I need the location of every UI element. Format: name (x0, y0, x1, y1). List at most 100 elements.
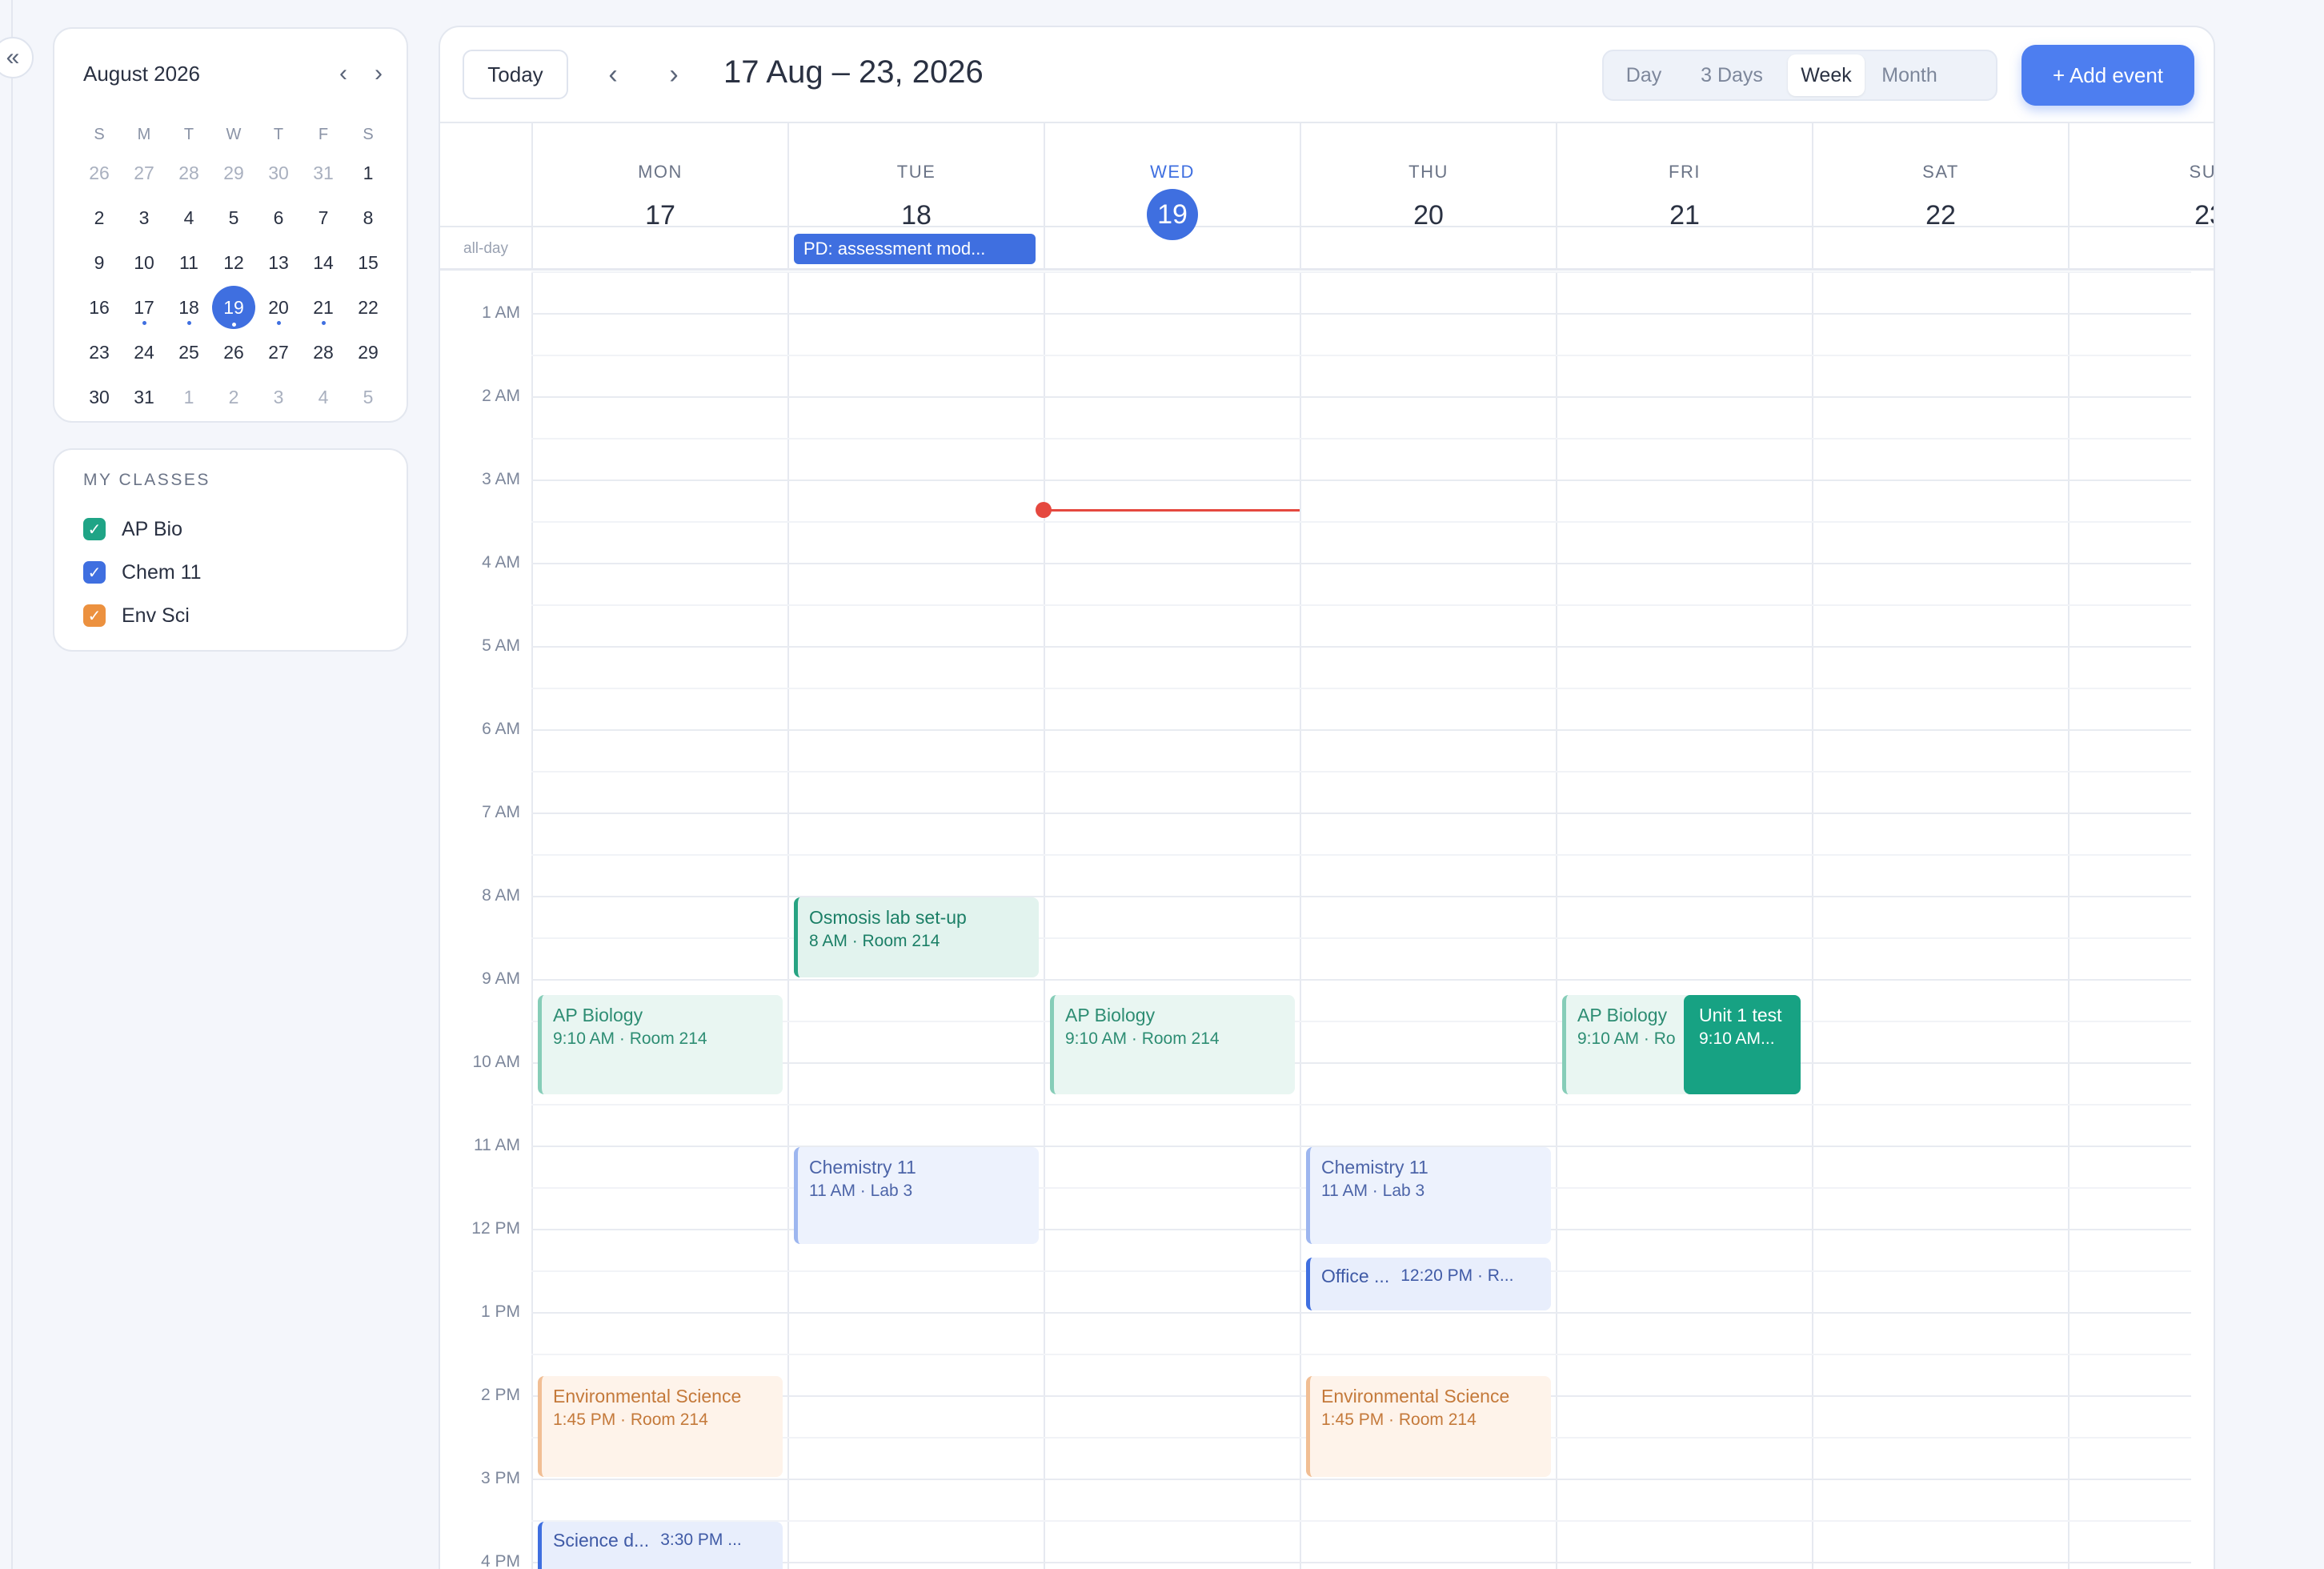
day-column-divider (531, 271, 533, 1569)
calendar-event[interactable]: Unit 1 test 9:10 AM... (1684, 994, 1801, 1094)
half-hour-gridline (531, 271, 2191, 273)
mini-calendar-day[interactable]: 26 (77, 150, 122, 195)
mini-calendar-day[interactable]: 2 (77, 195, 122, 240)
mini-calendar-day[interactable]: 28 (166, 150, 211, 195)
mini-calendar-day[interactable]: 4 (166, 195, 211, 240)
day-column-header[interactable]: FRI 21 (1556, 123, 1812, 231)
calendar-event[interactable]: Osmosis lab set-up 8 AM · Room 214 (794, 897, 1039, 977)
calendar-event[interactable]: Chemistry 11 11 AM · Lab 3 (794, 1147, 1039, 1244)
view-option-day[interactable]: Day (1607, 54, 1681, 96)
mini-calendar-day[interactable]: 3 (122, 195, 166, 240)
mini-calendar-day[interactable]: 24 (122, 330, 166, 375)
mini-calendar-day-number: 3 (138, 207, 150, 228)
event-time: 9:10 AM · Room 214 (1065, 1029, 1220, 1048)
mini-calendar-day[interactable]: 22 (346, 285, 391, 330)
hour-gridline (531, 896, 2191, 897)
calendar-event[interactable]: AP Biology 9:10 AM · Room 214 (1050, 994, 1295, 1094)
mini-calendar-day[interactable]: 5 (211, 195, 256, 240)
mini-calendar-day[interactable]: 3 (256, 375, 301, 419)
mini-calendar: August 2026 ‹ › S M T W T F S 26 27 28 29 30 31 1 2 3 4 5… (53, 27, 408, 423)
mini-calendar-day[interactable]: 1 (346, 150, 391, 195)
mini-calendar-day[interactable]: 30 (256, 150, 301, 195)
mini-calendar-day[interactable]: 26 (211, 330, 256, 375)
mini-calendar-day-number: 20 (268, 296, 289, 318)
checkbox-checked-icon[interactable]: ✓ (83, 518, 106, 540)
today-button[interactable]: Today (463, 50, 568, 99)
all-day-event[interactable]: PD: assessment mod... (794, 234, 1036, 264)
day-column-header[interactable]: SUN23 (2068, 123, 2214, 231)
mini-calendar-day[interactable]: 31 (301, 150, 346, 195)
calendar-event[interactable]: Environmental Science 1:45 PM · Room 214 (538, 1376, 783, 1477)
mini-calendar-day[interactable]: 11 (166, 240, 211, 285)
half-hour-gridline (531, 937, 2191, 939)
add-event-button[interactable]: + Add event (2021, 45, 2194, 106)
hour-gridline (531, 729, 2191, 731)
mini-calendar-day-number: 2 (228, 386, 239, 407)
mini-calendar-day[interactable]: 12 (211, 240, 256, 285)
collapse-sidebar-icon[interactable]: « (0, 37, 34, 78)
mini-calendar-day[interactable]: 21 (301, 285, 346, 330)
day-column-header[interactable]: MON 17 (531, 123, 787, 231)
checkbox-checked-icon[interactable]: ✓ (83, 604, 106, 627)
mini-calendar-day-number: 5 (363, 386, 374, 407)
mini-calendar-day[interactable]: 20 (256, 285, 301, 330)
day-column-header[interactable]: SAT 22 (1812, 123, 2068, 231)
mini-calendar-day[interactable]: 23 (77, 330, 122, 375)
calendar-event[interactable]: Science d... 3:30 PM ... (538, 1522, 783, 1569)
mini-calendar-prev-icon[interactable]: ‹ (339, 60, 347, 87)
next-week-icon[interactable]: › (658, 56, 690, 93)
calendar-event[interactable]: Office ... 12:20 PM · R... (1306, 1258, 1551, 1310)
view-option-month[interactable]: Month (1865, 54, 1954, 96)
mini-calendar-day[interactable]: 7 (301, 195, 346, 240)
calendar-event[interactable]: Environmental Science 1:45 PM · Room 214 (1306, 1376, 1551, 1477)
class-filter-item[interactable]: ✓ Chem 11 (83, 551, 202, 594)
mini-calendar-day[interactable]: 9 (77, 240, 122, 285)
mini-calendar-day[interactable]: 4 (301, 375, 346, 419)
class-filter-item[interactable]: ✓ Env Sci (83, 594, 202, 637)
day-column-header[interactable]: THU 20 (1300, 123, 1556, 231)
view-option-3-days[interactable]: 3 Days (1681, 54, 1783, 96)
mini-calendar-day[interactable]: 17 (122, 285, 166, 330)
day-name: TUE (896, 162, 936, 182)
mini-calendar-day-number: 10 (134, 251, 154, 273)
mini-calendar-day[interactable]: 2 (211, 375, 256, 419)
day-column-header[interactable]: WED 19 (1044, 123, 1300, 240)
event-title: Osmosis lab set-up (809, 907, 967, 928)
mini-calendar-day-number: 1 (183, 386, 194, 407)
checkbox-checked-icon[interactable]: ✓ (83, 561, 106, 584)
mini-calendar-day[interactable]: 29 (346, 330, 391, 375)
calendar-event[interactable]: Chemistry 11 11 AM · Lab 3 (1306, 1147, 1551, 1244)
calendar-event[interactable]: AP Biology 9:10 AM · Room 214 (538, 994, 783, 1094)
mini-calendar-day[interactable]: 29 (211, 150, 256, 195)
mini-calendar-day[interactable]: 18 (166, 285, 211, 330)
mini-calendar-header: August 2026 ‹ › (83, 58, 383, 90)
mini-calendar-day-number: 31 (134, 386, 154, 407)
mini-calendar-day[interactable]: 19 (211, 285, 256, 330)
mini-calendar-day[interactable]: 31 (122, 375, 166, 419)
prev-week-icon[interactable]: ‹ (597, 56, 629, 93)
time-label: 5 AM (482, 636, 520, 655)
mini-calendar-day[interactable]: 25 (166, 330, 211, 375)
mini-calendar-day-number: 22 (358, 296, 379, 318)
mini-calendar-day[interactable]: 8 (346, 195, 391, 240)
mini-calendar-day[interactable]: 27 (122, 150, 166, 195)
view-option-week[interactable]: Week (1788, 54, 1865, 96)
event-dot-icon (321, 321, 326, 325)
mini-calendar-day[interactable]: 10 (122, 240, 166, 285)
mini-calendar-day[interactable]: 16 (77, 285, 122, 330)
mini-calendar-day[interactable]: 30 (77, 375, 122, 419)
class-filter-label: AP Bio (122, 517, 182, 540)
mini-calendar-day[interactable]: 1 (166, 375, 211, 419)
mini-calendar-day-number: 28 (178, 162, 199, 183)
mini-calendar-day[interactable]: 14 (301, 240, 346, 285)
half-hour-gridline (531, 438, 2191, 439)
mini-calendar-day[interactable]: 5 (346, 375, 391, 419)
day-column-header[interactable]: TUE 18 (787, 123, 1044, 231)
mini-calendar-next-icon[interactable]: › (375, 60, 383, 87)
class-filter-item[interactable]: ✓ AP Bio (83, 508, 202, 551)
mini-calendar-day[interactable]: 28 (301, 330, 346, 375)
mini-calendar-day[interactable]: 27 (256, 330, 301, 375)
mini-calendar-day[interactable]: 13 (256, 240, 301, 285)
mini-calendar-day[interactable]: 6 (256, 195, 301, 240)
mini-calendar-day[interactable]: 15 (346, 240, 391, 285)
